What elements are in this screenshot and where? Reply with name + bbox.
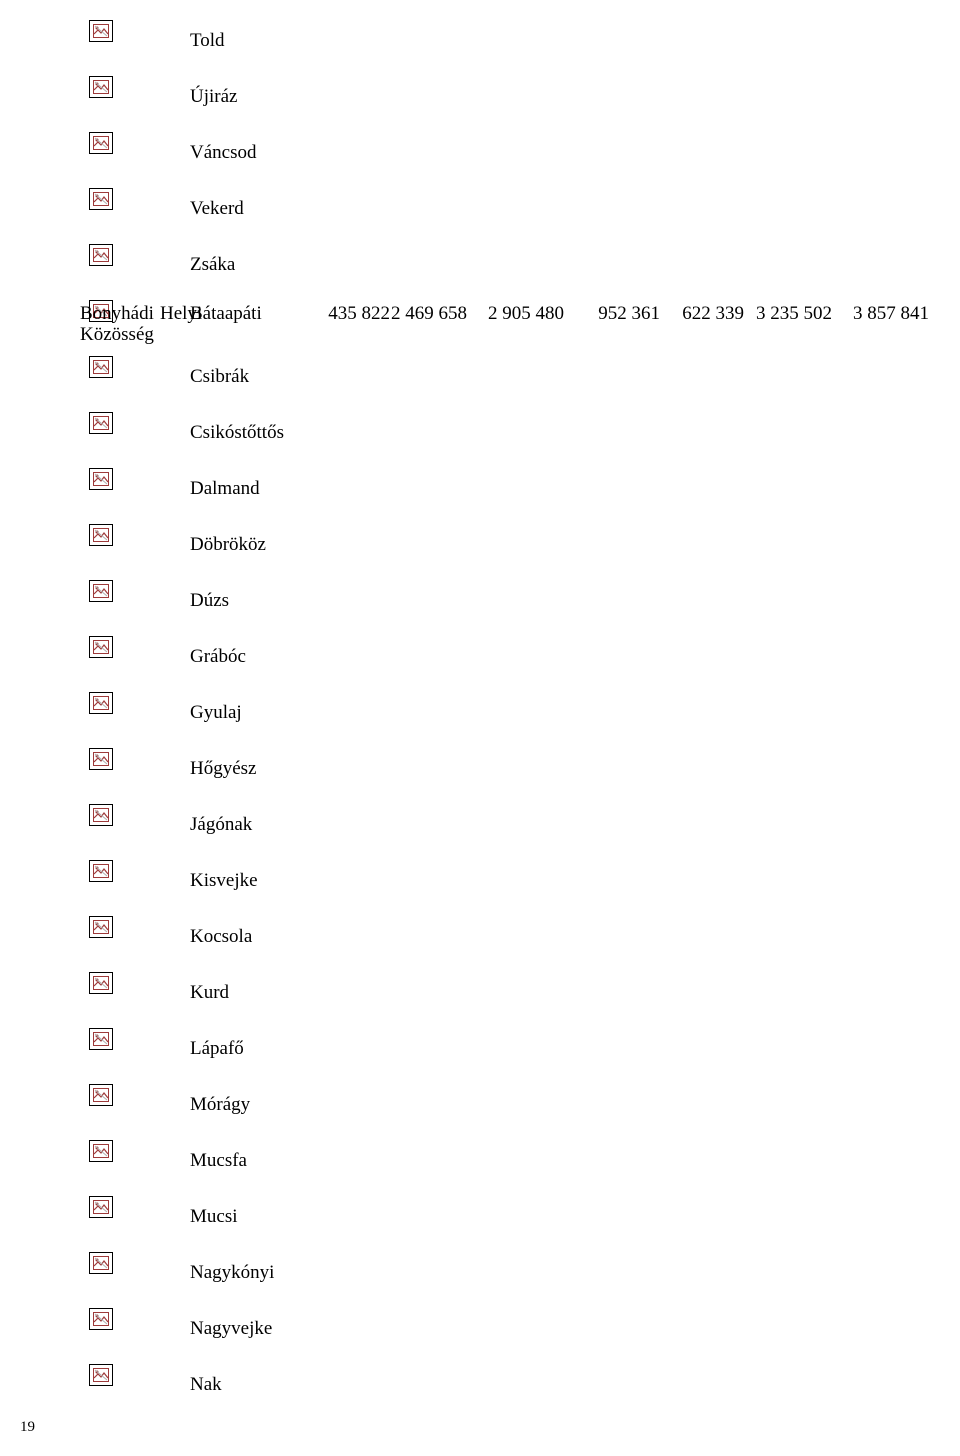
image-placeholder xyxy=(89,1308,113,1330)
community-name-line1: Bonyhádi xyxy=(80,303,154,325)
community-item: Nagykónyi xyxy=(190,1262,274,1284)
broken-image-icon xyxy=(93,920,109,934)
community-item: Nagyvejke xyxy=(190,1318,272,1340)
data-value: 3 857 841 xyxy=(853,303,929,325)
community-item: Kisvejke xyxy=(190,870,258,892)
image-placeholder xyxy=(89,1140,113,1162)
broken-image-icon xyxy=(93,1088,109,1102)
community-item: Újiráz xyxy=(190,86,237,108)
community-item: Jágónak xyxy=(190,814,252,836)
broken-image-icon xyxy=(93,472,109,486)
broken-image-icon xyxy=(93,640,109,654)
broken-image-icon xyxy=(93,584,109,598)
image-placeholder xyxy=(89,1028,113,1050)
data-value: 435 822 xyxy=(328,303,390,325)
page-number: 19 xyxy=(20,1419,35,1436)
community-item: Bátaapáti xyxy=(190,303,262,325)
community-item: Nak xyxy=(190,1374,222,1396)
image-placeholder xyxy=(89,524,113,546)
image-placeholder xyxy=(89,1196,113,1218)
broken-image-icon xyxy=(93,360,109,374)
community-item: Vekerd xyxy=(190,198,244,220)
broken-image-icon xyxy=(93,1368,109,1382)
image-placeholder xyxy=(89,972,113,994)
broken-image-icon xyxy=(93,696,109,710)
image-placeholder xyxy=(89,692,113,714)
broken-image-icon xyxy=(93,528,109,542)
broken-image-icon xyxy=(93,416,109,430)
image-placeholder xyxy=(89,20,113,42)
community-item: Dalmand xyxy=(190,478,260,500)
image-placeholder xyxy=(89,76,113,98)
community-item: Döbrököz xyxy=(190,534,266,556)
broken-image-icon xyxy=(93,752,109,766)
image-placeholder xyxy=(89,748,113,770)
broken-image-icon xyxy=(93,24,109,38)
data-value: 2 469 658 xyxy=(391,303,467,325)
image-placeholder xyxy=(89,1252,113,1274)
image-placeholder xyxy=(89,244,113,266)
community-item: Hőgyész xyxy=(190,758,256,780)
community-item: Váncsod xyxy=(190,142,256,164)
broken-image-icon xyxy=(93,1312,109,1326)
data-value: 622 339 xyxy=(682,303,744,325)
image-placeholder xyxy=(89,916,113,938)
community-item: Csibrák xyxy=(190,366,249,388)
broken-image-icon xyxy=(93,1032,109,1046)
community-name-line2: Közösség xyxy=(80,324,154,346)
image-placeholder xyxy=(89,804,113,826)
community-item: Mucsi xyxy=(190,1206,238,1228)
community-item: Csikóstőttős xyxy=(190,422,284,444)
community-item: Gyulaj xyxy=(190,702,242,724)
community-item: Kurd xyxy=(190,982,229,1004)
image-placeholder xyxy=(89,1364,113,1386)
broken-image-icon xyxy=(93,864,109,878)
image-placeholder xyxy=(89,1084,113,1106)
data-value: 952 361 xyxy=(598,303,660,325)
image-placeholder xyxy=(89,132,113,154)
community-item: Grábóc xyxy=(190,646,246,668)
broken-image-icon xyxy=(93,136,109,150)
document-page: 19 Told Újiráz Váncsod Vekerd Zsáka Bonyhádi… xyxy=(0,0,960,1456)
community-item: Mórágy xyxy=(190,1094,250,1116)
broken-image-icon xyxy=(93,248,109,262)
image-placeholder xyxy=(89,188,113,210)
community-item: Told xyxy=(190,30,225,52)
broken-image-icon xyxy=(93,808,109,822)
broken-image-icon xyxy=(93,192,109,206)
broken-image-icon xyxy=(93,1256,109,1270)
community-item: Zsáka xyxy=(190,254,235,276)
broken-image-icon xyxy=(93,1200,109,1214)
data-value: 2 905 480 xyxy=(488,303,564,325)
community-item: Kocsola xyxy=(190,926,252,948)
community-item: Dúzs xyxy=(190,590,229,612)
broken-image-icon xyxy=(93,80,109,94)
image-placeholder xyxy=(89,580,113,602)
broken-image-icon xyxy=(93,976,109,990)
image-placeholder xyxy=(89,468,113,490)
image-placeholder xyxy=(89,412,113,434)
broken-image-icon xyxy=(93,1144,109,1158)
community-item: Mucsfa xyxy=(190,1150,247,1172)
image-placeholder xyxy=(89,860,113,882)
data-value: 3 235 502 xyxy=(756,303,832,325)
image-placeholder xyxy=(89,636,113,658)
community-item: Lápafő xyxy=(190,1038,244,1060)
image-placeholder xyxy=(89,356,113,378)
